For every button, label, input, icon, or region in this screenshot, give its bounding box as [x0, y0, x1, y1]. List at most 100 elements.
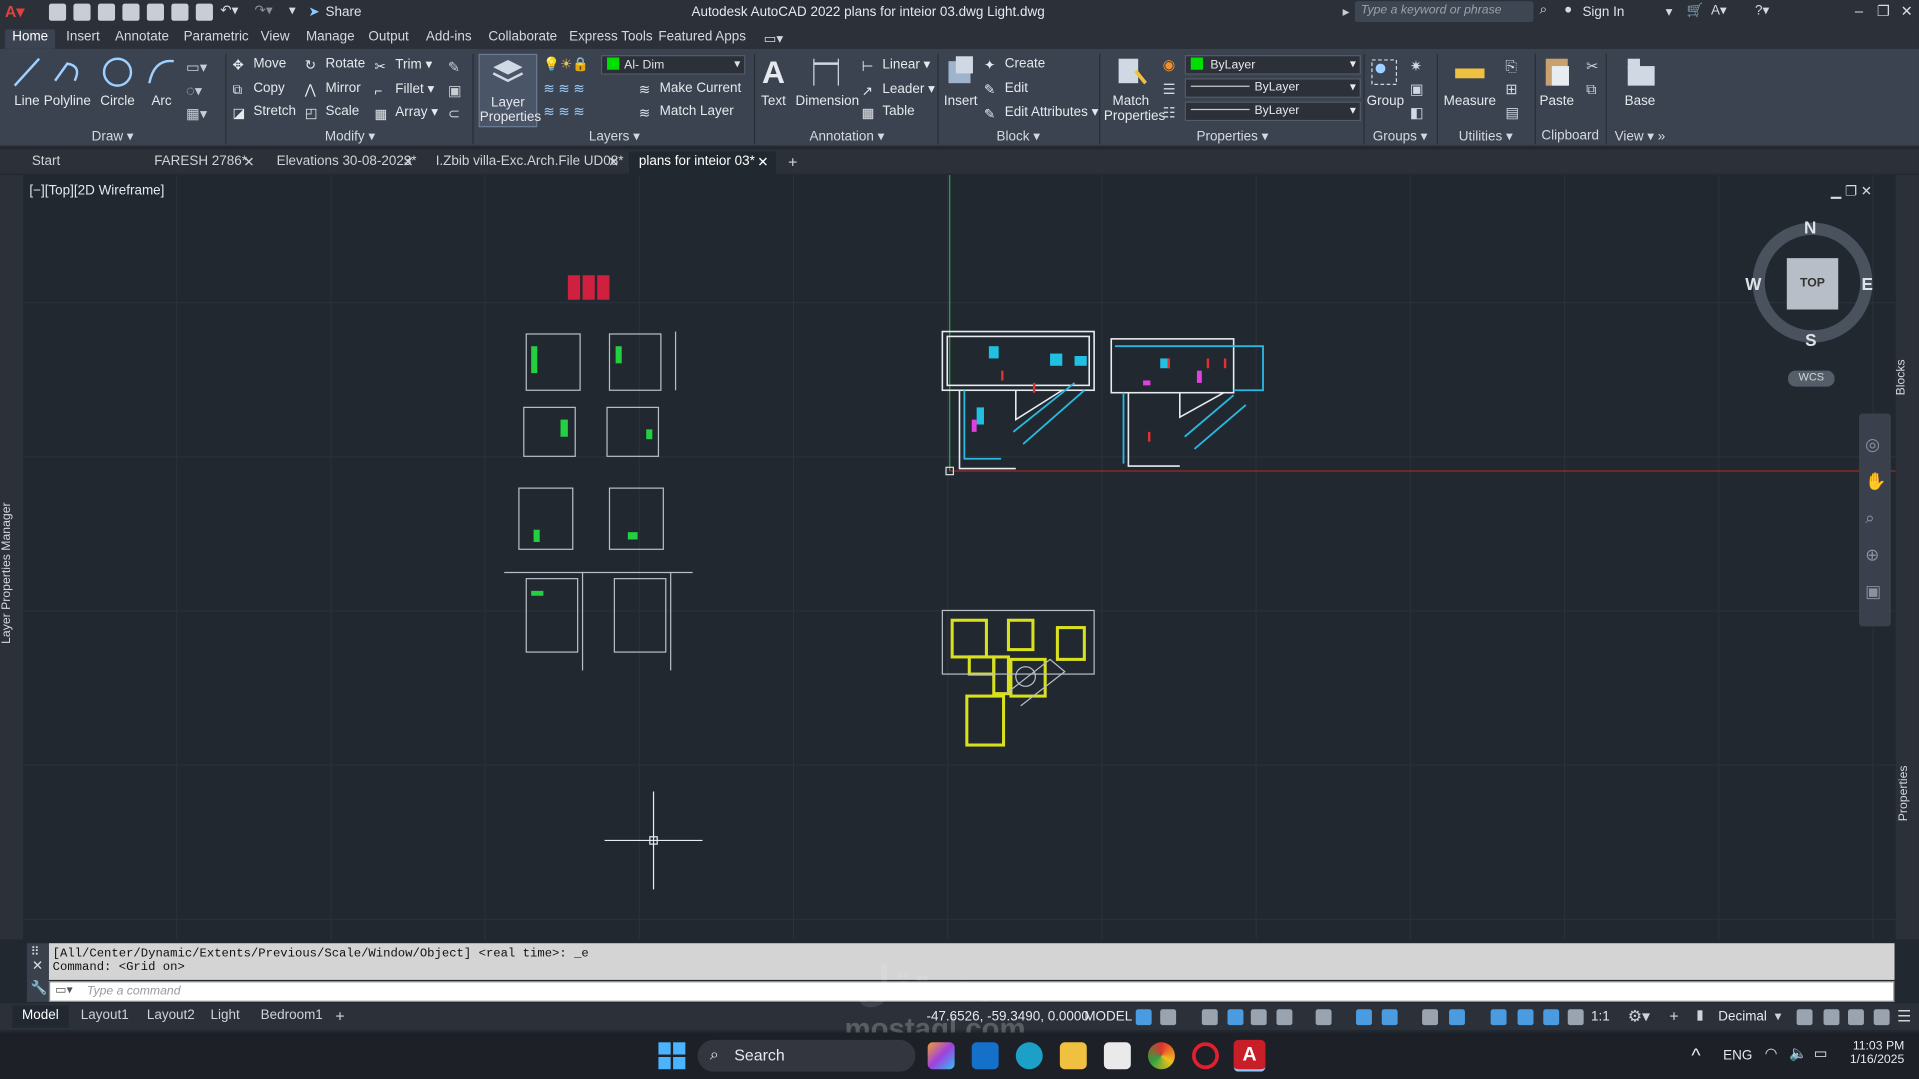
lineweight-display-icon[interactable] [1422, 1009, 1439, 1026]
match-properties-button[interactable]: Match Properties [1104, 54, 1165, 125]
share-button[interactable]: Share [326, 5, 362, 20]
taskbar-search-box[interactable]: ⌕ Search [697, 1039, 916, 1072]
units-dropdown[interactable]: Decimal [1718, 1009, 1767, 1024]
properties-palette-label[interactable]: Properties [1897, 765, 1910, 821]
battery-icon[interactable]: ▭ [1814, 1045, 1828, 1062]
draw-panel-title[interactable]: Draw ▾ [0, 128, 225, 145]
gear-icon[interactable]: ⚙▾ [1628, 1007, 1650, 1027]
hardware-acceleration-icon[interactable] [1848, 1009, 1864, 1026]
array-button[interactable]: ▦ Array ▾ [374, 104, 437, 126]
linetype-dropdown[interactable]: ByLayer ▾ [1184, 101, 1361, 122]
share-icon[interactable]: ➤ [308, 4, 319, 20]
move-button[interactable]: ✥ Move [233, 56, 287, 78]
auto-scale-icon[interactable] [1543, 1009, 1560, 1026]
close-icon[interactable]: ✕ [32, 958, 43, 974]
language-indicator[interactable]: ENG [1723, 1048, 1752, 1063]
command-input[interactable]: Type a command [87, 985, 181, 998]
grid-icon[interactable] [1135, 1009, 1152, 1026]
clipboard-tools[interactable]: ✂ ⧉ [1586, 55, 1598, 101]
drawing-canvas[interactable] [22, 174, 1896, 940]
tab-add-ins[interactable]: Add-ins [419, 29, 479, 49]
plus-icon[interactable]: + [1669, 1007, 1678, 1025]
help-icon[interactable]: ?▾ [1755, 2, 1769, 19]
compass-north[interactable]: N [1804, 218, 1816, 238]
redo-icon[interactable]: ↷▾ [255, 2, 273, 19]
edge-icon[interactable] [1015, 1042, 1043, 1070]
add-layout-plus-icon[interactable]: + [335, 1007, 344, 1025]
nav-tools-icons[interactable]: ◎ ✋ ⌕ ⊕ ▣ [1865, 426, 1886, 610]
ortho-icon[interactable] [1250, 1009, 1267, 1026]
customize-quick-access-icon[interactable]: ▾ [289, 2, 296, 19]
save-as-icon[interactable] [122, 3, 140, 21]
wcs-menu[interactable]: WCS [1788, 370, 1835, 387]
close-window-button[interactable]: ✕ [1896, 2, 1918, 24]
layout-tab-light[interactable]: Light [201, 1006, 250, 1028]
layout-tab-model[interactable]: Model [12, 1005, 69, 1028]
dimension-button[interactable]: Dimension [796, 54, 859, 125]
quick-properties-icon[interactable] [1796, 1009, 1813, 1026]
annotation-panel-title[interactable]: Annotation ▾ [756, 128, 937, 145]
group-button[interactable]: Group [1366, 54, 1405, 125]
close-icon[interactable]: ✕ [243, 154, 254, 170]
compass-west[interactable]: W [1745, 274, 1761, 294]
cart-icon[interactable]: 🛒 [1686, 2, 1703, 19]
viewport-controls[interactable]: [−][Top][2D Wireframe] [29, 184, 164, 199]
utilities-panel-title[interactable]: Utilities ▾ [1437, 128, 1535, 145]
autodesk-account-icon[interactable]: A▾ [1711, 2, 1727, 19]
layout-tab-bedroom1[interactable]: Bedroom1 [251, 1006, 333, 1028]
rotate-button[interactable]: ↻ Rotate [305, 56, 365, 78]
polar-tracking-icon[interactable] [1276, 1009, 1293, 1026]
layer-state-icons[interactable]: 💡☀🔒 [543, 56, 598, 72]
copy-button[interactable]: ⧉ Copy [233, 81, 285, 103]
save-icon[interactable] [97, 3, 116, 21]
arc-button[interactable]: Arc [135, 54, 189, 125]
make-current-button[interactable]: ≋ Make Current [639, 81, 741, 103]
file-explorer-icon[interactable] [1059, 1042, 1087, 1070]
tab-express-tools[interactable]: Express Tools [562, 29, 660, 49]
doc-tab-zbib-villa[interactable]: I.Zbib villa-Exc.Arch.File UD08* ✕ [426, 152, 627, 174]
snap-icon[interactable] [1160, 1009, 1177, 1026]
match-layer-button[interactable]: ≋ Match Layer [639, 104, 734, 126]
layer-tools-row-1[interactable]: ≋ ≋ ≋ [543, 81, 584, 97]
volume-icon[interactable]: 🔈 [1789, 1045, 1807, 1062]
tab-output[interactable]: Output [361, 29, 416, 49]
linear-button[interactable]: ⊢ Linear ▾ [862, 56, 931, 78]
close-icon[interactable]: ✕ [402, 154, 413, 170]
close-icon[interactable]: ✕ [757, 154, 768, 170]
isodraft-icon[interactable] [1315, 1009, 1332, 1026]
transparency-icon[interactable] [1449, 1009, 1465, 1026]
doc-tab-elevations[interactable]: Elevations 30-08-2023* ✕ [267, 152, 421, 174]
new-tab-plus-icon[interactable]: + [788, 153, 797, 171]
sign-in-button[interactable]: Sign In [1582, 5, 1624, 20]
blocks-palette-label[interactable]: Blocks [1895, 359, 1908, 395]
user-icon[interactable]: ● [1564, 2, 1572, 17]
undo-icon[interactable]: ↶▾ [220, 2, 238, 19]
right-palette-strip[interactable]: Blocks Properties [1895, 174, 1919, 940]
autocad-app-icon[interactable]: A▾ [5, 2, 32, 24]
block-panel-title[interactable]: Block ▾ [937, 128, 1099, 145]
layout-tab-layout1[interactable]: Layout1 [71, 1006, 139, 1028]
paste-button[interactable]: Paste [1537, 54, 1576, 125]
restore-window-button[interactable]: ❐ [1872, 2, 1894, 24]
save-web-icon[interactable] [171, 3, 189, 21]
groups-panel-title[interactable]: Groups ▾ [1363, 128, 1436, 145]
leader-button[interactable]: ↗ Leader ▾ [862, 81, 935, 103]
tab-collaborate[interactable]: Collaborate [481, 29, 565, 49]
scale-button[interactable]: ◰ Scale [305, 104, 359, 126]
group-tools[interactable]: ✷ ▣ ◧ [1410, 55, 1424, 125]
layer-tools-row-2[interactable]: ≋ ≋ ≋ [543, 104, 584, 120]
tab-home[interactable]: Home [4, 29, 56, 49]
command-prompt-icon[interactable]: ▭▾ [55, 984, 73, 997]
chevron-down-icon[interactable]: ▾ [1666, 4, 1673, 20]
dynamic-input-icon[interactable] [1227, 1009, 1244, 1026]
annotation-scale-icon[interactable] [1567, 1009, 1584, 1026]
properties-panel-title[interactable]: Properties ▾ [1101, 128, 1363, 145]
minimize-window-button[interactable]: – [1848, 2, 1870, 24]
tab-parametric[interactable]: Parametric [176, 29, 256, 49]
layer-dropdown[interactable]: Al- Dim ▾ [600, 55, 746, 75]
compass-east[interactable]: E [1861, 274, 1872, 294]
close-icon[interactable]: ✕ [608, 154, 619, 170]
viewcube-top-face[interactable]: TOP [1786, 258, 1839, 310]
modify-extra-tools[interactable]: ✎ ▣ ⊂ [448, 56, 462, 126]
doc-tab-faresh[interactable]: FARESH 2786* ✕ [144, 152, 261, 174]
